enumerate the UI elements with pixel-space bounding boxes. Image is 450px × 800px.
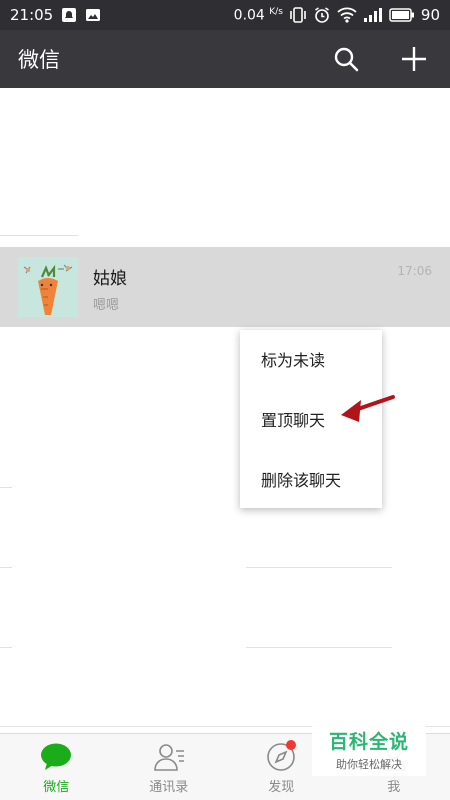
watermark-subtitle: 助你轻松解决 — [336, 757, 402, 771]
tab-label: 微信 — [43, 780, 70, 795]
tab-label: 我 — [387, 780, 401, 795]
menu-item-mark-unread[interactable]: 标为未读 — [240, 334, 382, 384]
app-title: 微信 — [18, 48, 60, 72]
signal-icon — [363, 7, 383, 23]
divider — [0, 487, 12, 488]
menu-item-label: 删除该聊天 — [261, 471, 342, 490]
menu-item-label: 置顶聊天 — [261, 411, 326, 430]
chat-preview: 嗯嗯 — [93, 298, 120, 313]
chat-name: 姑娘 — [93, 269, 127, 289]
add-button[interactable] — [400, 45, 428, 73]
tab-label: 发现 — [268, 780, 295, 795]
contacts-icon — [152, 742, 186, 772]
chat-bubble-icon — [39, 742, 73, 772]
tab-contacts[interactable]: 通讯录 — [113, 734, 226, 800]
watermark-title: 百科全说 — [328, 730, 409, 753]
search-button[interactable] — [332, 45, 360, 73]
battery-level: 90 — [420, 6, 440, 24]
divider — [0, 567, 12, 568]
plus-icon — [401, 46, 427, 72]
notification-icon — [61, 7, 77, 23]
vibrate-icon — [289, 7, 307, 23]
divider — [0, 647, 12, 648]
tab-chats[interactable]: 微信 — [0, 734, 113, 800]
divider — [246, 567, 392, 568]
tab-label: 通讯录 — [149, 780, 189, 795]
compass-icon — [264, 740, 298, 772]
chat-time: 17:06 — [397, 264, 432, 278]
image-icon — [85, 7, 101, 23]
wifi-icon — [337, 7, 357, 23]
divider — [246, 647, 392, 648]
avatar — [18, 257, 78, 317]
search-icon — [333, 46, 359, 72]
annotation-arrow-icon — [341, 395, 395, 422]
menu-item-label: 标为未读 — [261, 351, 326, 370]
chat-row-selected[interactable]: 姑娘 嗯嗯 17:06 — [0, 247, 450, 327]
menu-item-delete-chat[interactable]: 删除该聊天 — [240, 454, 382, 504]
status-bar: 21:05 0.04 K/s 90 — [0, 0, 450, 30]
status-time: 21:05 — [10, 6, 54, 24]
battery-icon — [389, 8, 415, 22]
divider — [0, 235, 78, 236]
alarm-icon — [313, 6, 331, 24]
app-bar: 微信 — [0, 30, 450, 88]
net-speed: 0.04 K/s — [233, 6, 283, 24]
watermark: 百科全说 助你轻松解决 — [312, 722, 426, 776]
